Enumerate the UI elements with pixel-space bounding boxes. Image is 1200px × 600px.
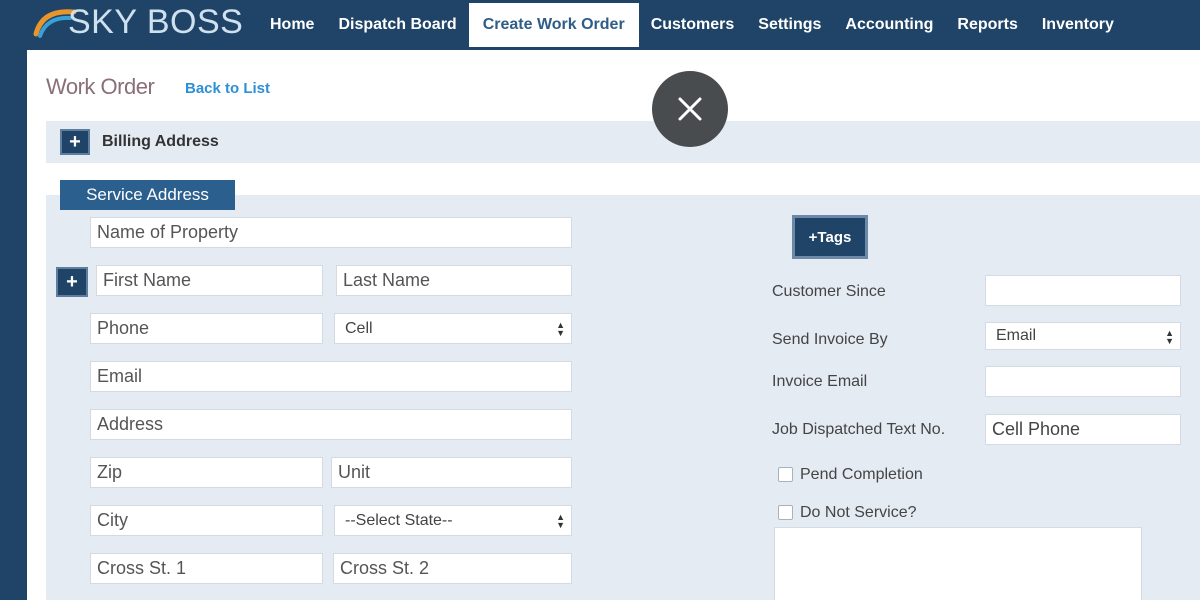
pend-completion-label: Pend Completion <box>800 466 923 483</box>
service-address-section: Service Address Name of Property + First… <box>46 180 1200 600</box>
cross-street-1-input[interactable]: Cross St. 1 <box>90 553 323 584</box>
close-icon <box>678 97 702 121</box>
notes-textarea[interactable] <box>774 527 1142 600</box>
first-name-input[interactable]: First Name <box>96 265 323 296</box>
customer-since-input[interactable] <box>985 275 1181 306</box>
select-arrows-icon: ▲ ▼ <box>556 512 565 530</box>
expand-billing-button[interactable]: + <box>60 129 90 155</box>
state-select[interactable]: --Select State-- ▲ ▼ <box>334 505 572 536</box>
send-invoice-by-value: Email <box>996 327 1037 344</box>
select-arrows-icon: ▲ ▼ <box>1165 328 1174 346</box>
add-contact-button[interactable]: + <box>56 267 88 297</box>
nav-home[interactable]: Home <box>258 3 326 47</box>
invoice-email-input[interactable] <box>985 366 1181 397</box>
city-input[interactable]: City <box>90 505 323 536</box>
zip-input[interactable]: Zip <box>90 457 323 488</box>
nav-create-work-order[interactable]: Create Work Order <box>468 3 639 47</box>
billing-address-section[interactable]: + Billing Address <box>46 121 1200 163</box>
brand-name: SKY BOSS <box>68 2 244 41</box>
nav-accounting[interactable]: Accounting <box>833 3 945 47</box>
back-to-list-link[interactable]: Back to List <box>185 80 270 97</box>
send-invoice-by-select[interactable]: Email ▲ ▼ <box>985 322 1181 350</box>
job-dispatched-text-label: Job Dispatched Text No. <box>772 421 946 438</box>
pend-completion-checkbox[interactable] <box>778 467 793 482</box>
add-tags-button[interactable]: +Tags <box>792 215 868 259</box>
address-input[interactable]: Address <box>90 409 572 440</box>
state-value: --Select State-- <box>345 511 453 529</box>
nav-dispatch-board[interactable]: Dispatch Board <box>326 3 468 47</box>
send-invoice-by-label: Send Invoice By <box>772 331 888 348</box>
phone-type-value: Cell <box>345 319 373 337</box>
do-not-service-label: Do Not Service? <box>800 504 917 521</box>
last-name-input[interactable]: Last Name <box>336 265 572 296</box>
sky-boss-logo[interactable]: SKY BOSS <box>30 2 243 42</box>
do-not-service-checkbox[interactable] <box>778 505 793 520</box>
main-content: Work Order Back to List + Billing Addres… <box>27 50 1200 600</box>
phone-type-select[interactable]: Cell ▲ ▼ <box>334 313 572 344</box>
email-input[interactable]: Email <box>90 361 572 392</box>
nav-settings[interactable]: Settings <box>746 3 833 47</box>
page-title: Work Order <box>46 74 155 99</box>
invoice-email-label: Invoice Email <box>772 373 868 390</box>
close-overlay-button[interactable] <box>652 71 728 147</box>
property-name-input[interactable]: Name of Property <box>90 217 572 248</box>
unit-input[interactable]: Unit <box>331 457 572 488</box>
service-address-tab[interactable]: Service Address <box>60 180 235 210</box>
job-dispatched-text-input[interactable]: Cell Phone <box>985 414 1181 445</box>
billing-address-label: Billing Address <box>102 133 219 150</box>
nav-reports[interactable]: Reports <box>945 3 1029 47</box>
main-nav: Home Dispatch Board Create Work Order Cu… <box>258 3 1126 47</box>
customer-since-label: Customer Since <box>772 283 886 300</box>
phone-input[interactable]: Phone <box>90 313 323 344</box>
cross-street-2-input[interactable]: Cross St. 2 <box>333 553 572 584</box>
nav-customers[interactable]: Customers <box>639 3 747 47</box>
top-navigation-bar: SKY BOSS Home Dispatch Board Create Work… <box>0 0 1200 50</box>
select-arrows-icon: ▲ ▼ <box>556 320 565 338</box>
nav-inventory[interactable]: Inventory <box>1030 3 1126 47</box>
